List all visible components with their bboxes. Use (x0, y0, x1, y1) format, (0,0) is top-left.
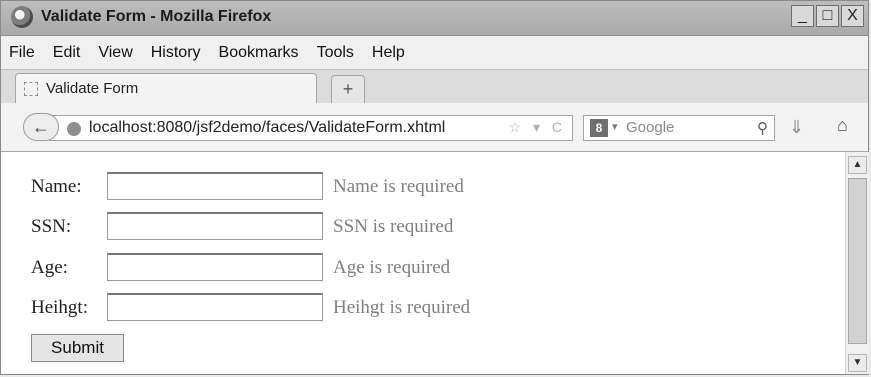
bookmark-star-icon[interactable]: ☆ ▾ C (509, 119, 566, 136)
home-icon[interactable]: ⌂ (837, 115, 848, 136)
submit-button[interactable]: Submit (31, 334, 124, 362)
height-label: Heihgt: (31, 297, 88, 318)
window-title: Validate Form - Mozilla Firefox (41, 8, 272, 25)
chevron-down-icon[interactable]: ▾ (612, 120, 618, 133)
back-button[interactable]: ← (23, 113, 59, 141)
maximize-button[interactable]: □ (816, 5, 839, 27)
name-error-message: Name is required (333, 176, 464, 197)
close-button[interactable]: X (841, 5, 864, 27)
menu-edit[interactable]: Edit (53, 44, 81, 62)
firefox-logo-icon (11, 6, 33, 28)
tab-label: Validate Form (46, 80, 139, 97)
search-engine-icon[interactable]: 8 (590, 119, 608, 137)
menu-bookmarks[interactable]: Bookmarks (219, 44, 299, 62)
page-favicon-icon (24, 82, 38, 96)
window-controls: _ □ X (791, 5, 864, 27)
download-icon[interactable]: ⇓ (789, 117, 804, 138)
menu-bar: File Edit View History Bookmarks Tools H… (1, 36, 868, 69)
name-label: Name: (31, 176, 82, 197)
search-bar[interactable]: 8 ▾ Google ⚲ (583, 115, 775, 141)
menu-help[interactable]: Help (372, 44, 405, 62)
ssn-label: SSN: (31, 216, 72, 237)
name-field[interactable] (107, 172, 323, 200)
url-bar[interactable]: localhost:8080/jsf2demo/faces/ValidateFo… (49, 115, 573, 141)
scroll-up-arrow-icon[interactable]: ▲ (848, 156, 867, 174)
tab-validate-form[interactable]: Validate Form (15, 73, 317, 103)
age-label: Age: (31, 257, 68, 278)
minimize-button[interactable]: _ (791, 5, 814, 27)
scroll-down-arrow-icon[interactable]: ▼ (848, 354, 867, 372)
height-field[interactable] (107, 293, 323, 321)
menu-history[interactable]: History (151, 44, 201, 62)
vertical-scrollbar[interactable]: ▲ ▼ (845, 152, 869, 374)
scroll-thumb[interactable] (848, 178, 867, 344)
menu-view[interactable]: View (98, 44, 132, 62)
new-tab-button[interactable]: + (331, 75, 365, 103)
globe-icon (67, 122, 81, 136)
page-content: Name: Name is required SSN: SSN is requi… (1, 152, 845, 374)
menu-tools[interactable]: Tools (317, 44, 354, 62)
search-placeholder: Google (626, 119, 675, 136)
title-bar: Validate Form - Mozilla Firefox _ □ X (1, 1, 868, 36)
menu-file[interactable]: File (9, 44, 35, 62)
height-error-message: Heihgt is required (333, 297, 471, 318)
search-icon[interactable]: ⚲ (757, 119, 768, 137)
ssn-field[interactable] (107, 212, 323, 240)
ssn-error-message: SSN is required (333, 216, 454, 237)
age-field[interactable] (107, 253, 323, 281)
tab-bar: Validate Form + (1, 69, 868, 104)
navigation-bar: localhost:8080/jsf2demo/faces/ValidateFo… (1, 103, 868, 152)
age-error-message: Age is required (333, 257, 451, 278)
browser-window: Validate Form - Mozilla Firefox _ □ X Fi… (0, 0, 869, 375)
url-text: localhost:8080/jsf2demo/faces/ValidateFo… (89, 119, 446, 136)
